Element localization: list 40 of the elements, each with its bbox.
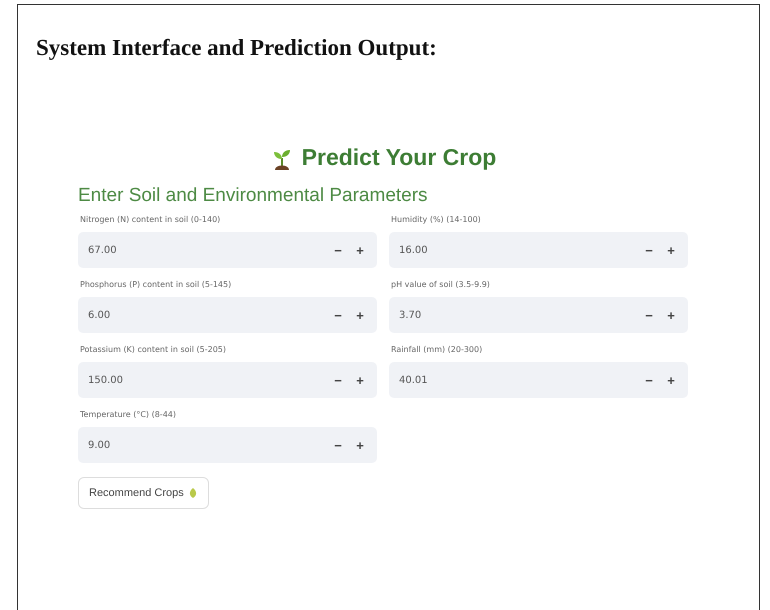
number-field[interactable]: 67.00 − + <box>78 232 377 268</box>
increment-button[interactable]: + <box>660 238 682 262</box>
number-field[interactable]: 40.01 − + <box>389 362 688 398</box>
number-field[interactable]: 9.00 − + <box>78 427 377 463</box>
number-field[interactable]: 6.00 − + <box>78 297 377 333</box>
decrement-button[interactable]: − <box>327 433 349 457</box>
decrement-button[interactable]: − <box>327 303 349 327</box>
decrement-button[interactable]: − <box>638 238 660 262</box>
section-subtitle: Enter Soil and Environmental Parameters <box>78 185 428 207</box>
decrement-button[interactable]: − <box>638 303 660 327</box>
document-heading: System Interface and Prediction Output: <box>36 35 437 61</box>
increment-button[interactable]: + <box>660 303 682 327</box>
recommend-button[interactable]: Recommend Crops <box>78 477 209 509</box>
number-field[interactable]: 3.70 − + <box>389 297 688 333</box>
field-label: Rainfall (mm) (20-300) <box>391 345 482 354</box>
increment-button[interactable]: + <box>660 368 682 392</box>
value-input[interactable]: 9.00 <box>78 427 327 463</box>
field-label: Potassium (K) content in soil (5-205) <box>80 345 226 354</box>
field-label: Phosphorus (P) content in soil (5-145) <box>80 280 232 289</box>
value-input[interactable]: 6.00 <box>78 297 327 333</box>
increment-button[interactable]: + <box>349 368 371 392</box>
increment-button[interactable]: + <box>349 433 371 457</box>
value-input[interactable]: 3.70 <box>389 297 638 333</box>
field-label: pH value of soil (3.5-9.9) <box>391 280 490 289</box>
increment-button[interactable]: + <box>349 238 371 262</box>
field-label: Nitrogen (N) content in soil (0-140) <box>80 215 220 224</box>
app-title: Predict Your Crop <box>302 144 496 171</box>
value-input[interactable]: 40.01 <box>389 362 638 398</box>
field-label: Temperature (°C) (8-44) <box>80 410 176 419</box>
value-input[interactable]: 16.00 <box>389 232 638 268</box>
value-input[interactable]: 67.00 <box>78 232 327 268</box>
leaf-icon <box>188 487 198 499</box>
value-input[interactable]: 150.00 <box>78 362 327 398</box>
number-field[interactable]: 150.00 − + <box>78 362 377 398</box>
decrement-button[interactable]: − <box>327 238 349 262</box>
increment-button[interactable]: + <box>349 303 371 327</box>
field-label: Humidity (%) (14-100) <box>391 215 481 224</box>
decrement-button[interactable]: − <box>638 368 660 392</box>
number-field[interactable]: 16.00 − + <box>389 232 688 268</box>
decrement-button[interactable]: − <box>327 368 349 392</box>
